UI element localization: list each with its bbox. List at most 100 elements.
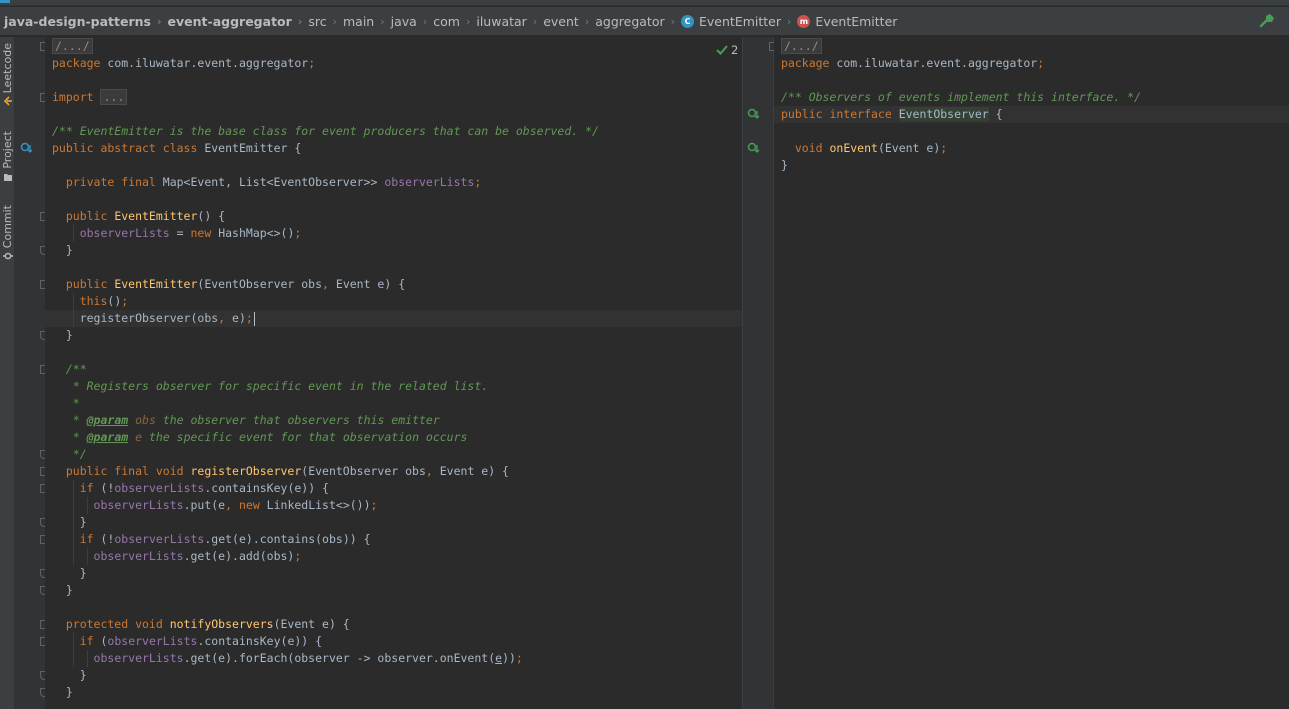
code-line[interactable]: observerLists.get(e).add(obs); [45,548,742,565]
code-line[interactable]: /.../ [45,38,742,55]
split-divider-gutter[interactable] [742,37,778,709]
code-token: e) [232,311,246,325]
code-line[interactable]: import ... [45,89,742,106]
code-line[interactable]: public abstract class EventEmitter { [45,140,742,157]
code-line[interactable] [774,72,1289,89]
code-line[interactable]: private final Map<Event, List<EventObser… [45,174,742,191]
implementations-icon[interactable] [746,107,760,121]
code-line[interactable]: protected void notifyObservers(Event e) … [45,616,742,633]
implemented-by-icon[interactable] [19,141,33,155]
editor-right-pane[interactable]: /.../package com.iluwatar.event.aggregat… [774,37,1289,709]
code-line[interactable]: } [45,514,742,531]
code-token: if [79,481,101,495]
code-line[interactable]: } [45,565,742,582]
code-line[interactable]: observerLists = new HashMap<>(); [45,225,742,242]
code-line[interactable]: /** Observers of events implement this i… [774,89,1289,106]
editor-left-pane[interactable]: 2 /.../package com.iluwatar.event.aggreg… [45,37,742,709]
code-line[interactable] [774,123,1289,140]
breadcrumb-label: event-aggregator [167,13,292,29]
code-text: observerLists.get(e).forEach(observer ->… [52,650,523,667]
code-line[interactable] [45,259,742,276]
code-line[interactable]: public final void registerObserver(Event… [45,463,742,480]
code-line[interactable]: public EventEmitter(EventObserver obs, E… [45,276,742,293]
code-text: this(); [52,293,129,310]
code-line[interactable]: * [45,395,742,412]
breadcrumb-separator: › [380,14,385,28]
code-line[interactable]: package com.iluwatar.event.aggregator; [45,55,742,72]
build-hammer-icon[interactable] [1259,13,1275,29]
code-line[interactable]: } [45,582,742,599]
code-line[interactable]: } [774,157,1289,174]
code-line[interactable]: package com.iluwatar.event.aggregator; [774,55,1289,72]
code-line[interactable]: observerLists.put(e, new LinkedList<>())… [45,497,742,514]
code-line[interactable]: * Registers observer for specific event … [45,378,742,395]
breadcrumb-item[interactable]: C EventEmitter › [681,14,797,29]
folded-code-placeholder[interactable]: /.../ [52,38,93,54]
code-line[interactable]: * @param e the specific event for that o… [45,429,742,446]
code-token: public [52,209,115,223]
code-token: ; [294,549,302,563]
code-token: public [52,277,115,291]
code-line[interactable]: /** [45,361,742,378]
code-token: } [52,243,73,257]
code-line[interactable]: */ [45,446,742,463]
code-line[interactable]: /.../ [774,38,1289,55]
code-line[interactable]: } [45,667,742,684]
code-line[interactable]: void onEvent(Event e); [774,140,1289,157]
sidebar-tab-project[interactable]: Project [0,131,15,182]
code-line[interactable]: observerLists.get(e).forEach(observer ->… [45,650,742,667]
code-text: } [52,684,73,701]
breadcrumb-item[interactable]: event-aggregator › [168,14,309,29]
code-line[interactable]: if (!observerLists.get(e).contains(obs))… [45,531,742,548]
code-token: } [52,685,73,699]
code-line[interactable]: } [45,327,742,344]
code-line[interactable] [45,191,742,208]
breadcrumb-label: EventEmitter [699,13,782,29]
breadcrumb-item[interactable]: event › [543,14,595,29]
code-token: package [52,56,108,70]
code-token: { [988,107,1003,121]
code-text: registerObserver(obs, e); [52,310,255,327]
breadcrumb-item[interactable]: iluwatar › [476,14,543,29]
sidebar-tab-label: Leetcode [1,43,14,94]
code-line[interactable]: if (observerLists.containsKey(e)) { [45,633,742,650]
code-token: EventEmitter [114,277,198,291]
code-token: ; [1037,56,1045,70]
breadcrumb-item[interactable]: com › [433,14,476,29]
code-line[interactable]: * @param obs the observer that observers… [45,412,742,429]
code-line[interactable]: if (!observerLists.containsKey(e)) { [45,480,742,497]
breadcrumb-item[interactable]: main › [343,14,391,29]
code-token: ; [474,175,482,189]
folded-code-placeholder[interactable]: ... [100,89,128,105]
breadcrumb-item[interactable]: src › [308,14,343,29]
breadcrumb-item[interactable]: aggregator › [595,14,681,29]
code-line[interactable] [45,599,742,616]
breadcrumb-item[interactable]: m EventEmitter [797,14,897,29]
code-line[interactable]: } [45,242,742,259]
code-line[interactable]: this(); [45,293,742,310]
code-line[interactable] [45,106,742,123]
sidebar-tab-commit[interactable]: Commit [0,205,15,261]
code-line[interactable]: public EventEmitter() { [45,208,742,225]
left-gutter [15,37,49,709]
code-text: } [52,667,87,684]
code-token: .containsKey(e)) { [204,481,329,495]
code-line[interactable]: } [45,684,742,701]
breadcrumb-item[interactable]: java › [391,14,434,29]
sidebar-tab-leetcode[interactable]: Leetcode [0,43,15,106]
implementations-icon[interactable] [746,141,760,155]
code-line[interactable] [45,72,742,89]
breadcrumb-item[interactable]: java-design-patterns › [4,14,168,29]
code-line[interactable] [45,344,742,361]
code-token: , [225,498,239,512]
code-line[interactable]: registerObserver(obs, e); [45,310,742,327]
code-token: .get(e).add(obs) [183,549,295,563]
code-line[interactable]: /** EventEmitter is the base class for e… [45,123,742,140]
breadcrumb-label: aggregator [595,13,665,29]
code-token: protected void [52,617,170,631]
code-text: } [52,514,87,531]
breadcrumb-separator: › [297,14,303,28]
folded-code-placeholder[interactable]: /.../ [781,38,822,54]
code-line[interactable] [45,157,742,174]
code-line[interactable]: public interface EventObserver { [774,106,1289,123]
